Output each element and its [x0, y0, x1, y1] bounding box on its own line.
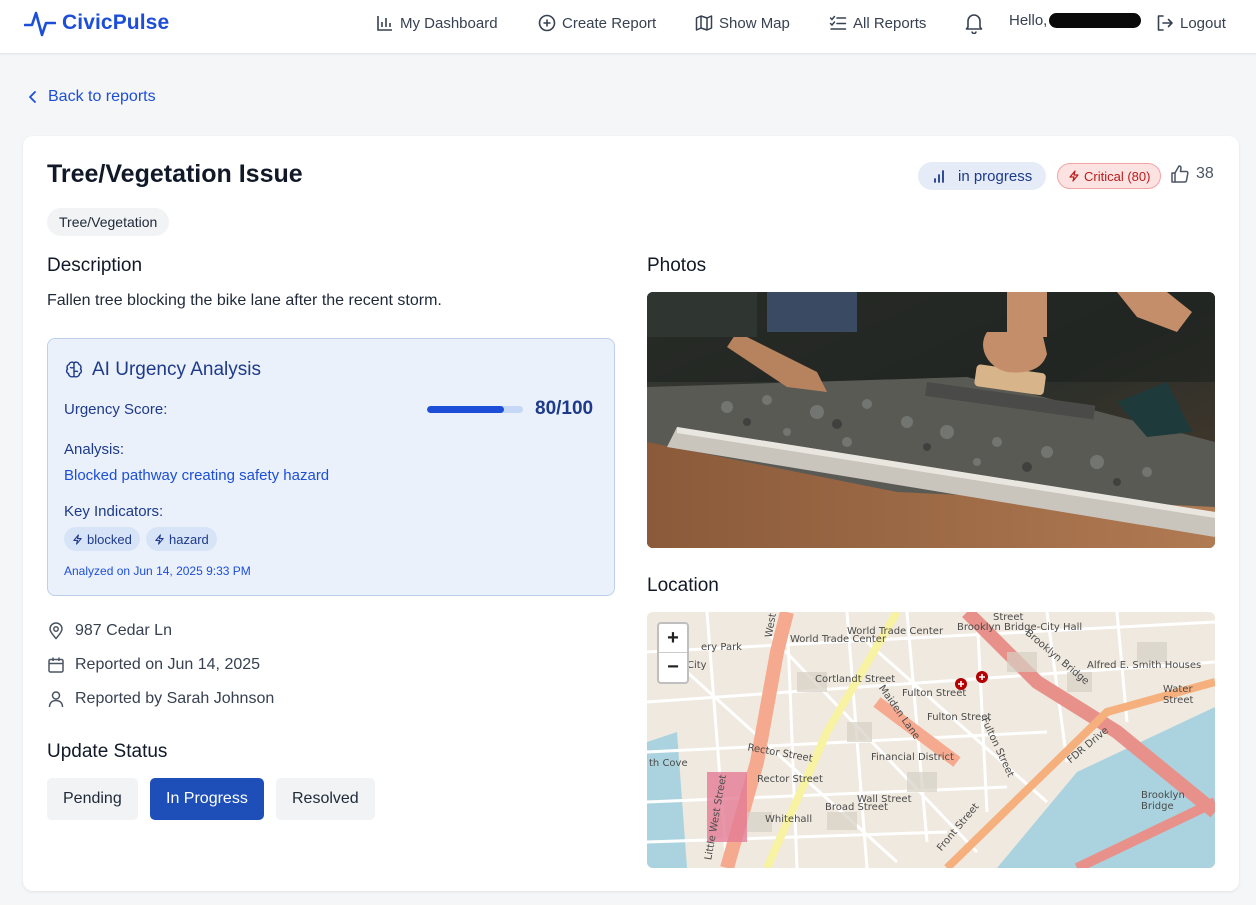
urgency-score-value: 80/100 — [535, 398, 594, 419]
status-resolved-button[interactable]: Resolved — [276, 778, 375, 820]
urgency-score-label: Urgency Score: — [64, 401, 168, 418]
greeting-text: Hello, — [1009, 12, 1048, 29]
analysis-label: Analysis: — [64, 441, 125, 458]
map-label: Whitehall — [765, 814, 813, 825]
bell-icon[interactable] — [962, 10, 986, 34]
map-label: Rector Street — [757, 774, 823, 785]
map-label: Brooklyn Bridge — [1141, 790, 1185, 812]
map-label: Broad Street — [825, 802, 888, 813]
address-row: 987 Cedar Ln — [47, 622, 172, 640]
nav-my-dashboard[interactable]: My Dashboard — [376, 12, 498, 34]
location-heading: Location — [647, 575, 719, 596]
user-icon — [48, 691, 64, 708]
like-count: 38 — [1196, 165, 1214, 182]
reporter-row: Reported by Sarah Johnson — [47, 690, 274, 708]
status-pending-button[interactable]: Pending — [47, 778, 138, 820]
back-label: Back to reports — [48, 88, 156, 105]
brand-logo[interactable]: CivicPulse — [24, 9, 169, 37]
nav-label: Create Report — [562, 14, 657, 32]
nav-label: All Reports — [853, 14, 927, 32]
nav-label: Show Map — [719, 14, 790, 32]
status-in-progress-button[interactable]: In Progress — [150, 778, 264, 820]
map-label: World Trade Center — [847, 626, 944, 637]
back-to-reports-link[interactable]: Back to reports — [26, 88, 156, 106]
severity-text: Critical (80) — [1084, 168, 1151, 184]
report-photo[interactable] — [647, 292, 1215, 548]
indicator-text: hazard — [169, 531, 209, 547]
bar-chart-icon — [377, 16, 392, 31]
report-photo-image — [647, 292, 1215, 548]
map-label: Water Street — [1163, 684, 1194, 706]
list-check-icon — [829, 15, 847, 30]
logout-button[interactable]: Logout — [1156, 12, 1226, 34]
brain-icon — [65, 361, 83, 378]
lightning-icon — [155, 533, 164, 545]
reported-date-row: Reported on Jun 14, 2025 — [47, 656, 260, 674]
zoom-out-button[interactable]: − — [659, 653, 687, 682]
chevron-left-icon — [29, 91, 36, 103]
map-zoom-control: + − — [657, 622, 689, 684]
signal-bars-icon — [934, 170, 944, 183]
update-status-heading: Update Status — [47, 741, 168, 762]
plus-circle-icon — [538, 14, 556, 32]
calendar-icon — [48, 657, 64, 673]
brand-name: CivicPulse — [62, 11, 170, 34]
map-label: Alfred E. Smith Houses — [1087, 660, 1202, 671]
urgency-progress-bar — [427, 406, 523, 413]
logout-label: Logout — [1180, 14, 1226, 32]
nav-create-report[interactable]: Create Report — [538, 12, 656, 34]
map-label: ery Park — [701, 642, 742, 653]
map-label: Brooklyn Bridge-City Hall — [957, 622, 1083, 633]
ai-heading: AI Urgency Analysis — [64, 359, 261, 381]
ai-heading-text: AI Urgency Analysis — [92, 359, 261, 380]
zoom-in-button[interactable]: + — [659, 624, 687, 653]
reported-date-text: Reported on Jun 14, 2025 — [75, 656, 261, 673]
logout-icon — [1157, 15, 1173, 31]
lightning-icon — [73, 533, 82, 545]
map-icon — [695, 15, 713, 31]
like-button[interactable]: 38 — [1170, 164, 1214, 184]
report-title: Tree/Vegetation Issue — [47, 160, 303, 188]
ai-urgency-panel: AI Urgency Analysis Urgency Score: 80/10… — [47, 338, 615, 596]
photos-heading: Photos — [647, 255, 707, 276]
nav-all-reports[interactable]: All Reports — [829, 12, 926, 34]
status-text: in progress — [958, 167, 1033, 185]
user-greeting: Hello, — [1009, 12, 1142, 29]
indicator-chip: blocked — [64, 527, 140, 551]
analysis-text: Blocked pathway creating safety hazard — [64, 467, 330, 484]
description-text: Fallen tree blocking the bike lane after… — [47, 292, 442, 309]
map-label: th Cove — [649, 758, 688, 769]
indicator-text: blocked — [87, 531, 132, 547]
top-navbar: CivicPulse My Dashboard Create Report Sh… — [0, 0, 1256, 54]
description-heading: Description — [47, 255, 143, 276]
indicator-chip: hazard — [146, 527, 217, 551]
lightning-icon — [1069, 170, 1079, 182]
key-indicators-label: Key Indicators: — [64, 503, 164, 520]
nav-show-map[interactable]: Show Map — [695, 12, 790, 34]
thumbs-up-icon — [1171, 165, 1189, 183]
map-label: City — [687, 660, 707, 671]
map-label: Financial District — [871, 752, 954, 763]
severity-badge: Critical (80) — [1057, 163, 1162, 189]
location-map[interactable]: World Trade Center World Trade Center Br… — [647, 612, 1215, 868]
nav-label: My Dashboard — [400, 14, 498, 32]
map-pin-icon — [49, 622, 63, 640]
redacted-username — [1049, 13, 1142, 28]
reporter-text: Reported by Sarah Johnson — [75, 690, 275, 707]
status-badge: in progress — [918, 162, 1047, 190]
analyzed-timestamp: Analyzed on Jun 14, 2025 9:33 PM — [64, 564, 251, 578]
map-label: Fulton Street — [902, 688, 967, 699]
address-text: 987 Cedar Ln — [75, 622, 172, 639]
report-card: Tree/Vegetation Issue Tree/Vegetation in… — [23, 136, 1239, 891]
category-chip: Tree/Vegetation — [47, 208, 170, 236]
map-label: Street — [993, 612, 1024, 623]
pulse-icon — [24, 11, 56, 37]
urgency-progress-fill — [427, 406, 504, 413]
